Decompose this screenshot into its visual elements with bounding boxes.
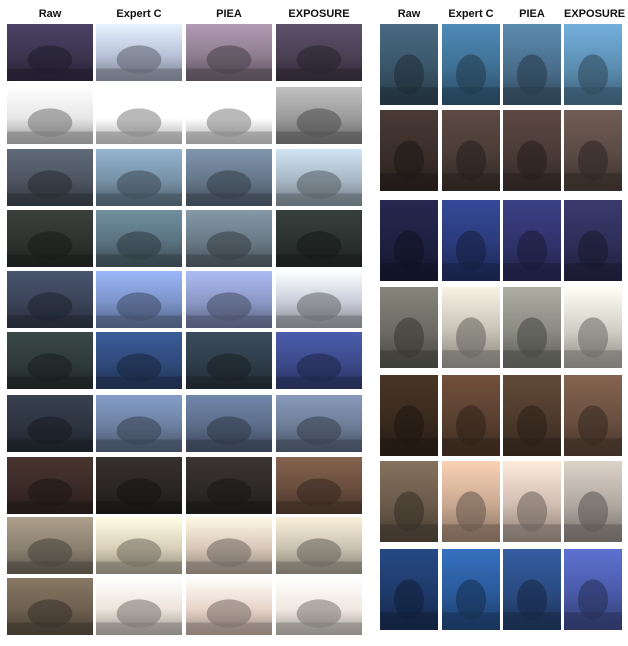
- right_panel-image-bell-niche-2: [442, 461, 500, 542]
- left_panel-image-church-2: [96, 24, 182, 81]
- left_panel-image-street-stairs-1: [7, 395, 93, 452]
- left_panel-image-red-flower-2: [96, 457, 182, 514]
- left_panel-image-park-autumn-3: [186, 517, 272, 574]
- left_panel-image-street-stairs-2: [96, 395, 182, 452]
- left_panel-image-flowers-4: [276, 87, 362, 144]
- right_panel-image-newsstand-3: [503, 110, 561, 191]
- left_panel-image-park-autumn-1: [7, 517, 93, 574]
- right_panel-image-newsstand-2: [442, 110, 500, 191]
- right_panel-image-sea-island-2: [442, 24, 500, 105]
- right_panel-image-bakery-4: [564, 375, 622, 456]
- right_panel-image-bell-niche-3: [503, 461, 561, 542]
- right_panel-image-street-night-2: [442, 200, 500, 281]
- left_panel-image-restaurant-1: [7, 578, 93, 635]
- left_panel-image-coast-dusk-3: [186, 271, 272, 328]
- left_panel-image-restaurant-4: [276, 578, 362, 635]
- right_panel-image-portrait-4: [564, 287, 622, 368]
- left_panel-image-white-lilac-3: [186, 332, 272, 389]
- left_panel-image-church-3: [186, 24, 272, 81]
- right_panel-image-sea-island-4: [564, 24, 622, 105]
- left_panel-image-city-skyline-4: [276, 149, 362, 206]
- left_panel-image-flowers-2: [96, 87, 182, 144]
- right_panel-image-birdhouse-1: [380, 549, 438, 630]
- right_panel-header-2: Expert C: [448, 8, 494, 20]
- left_panel-image-red-flower-1: [7, 457, 93, 514]
- left_panel-image-coast-dusk-4: [276, 271, 362, 328]
- left_panel-image-forest-road-3: [186, 210, 272, 267]
- left_panel-image-white-lilac-4: [276, 332, 362, 389]
- right_panel-image-portrait-3: [503, 287, 561, 368]
- right_panel-image-street-night-4: [564, 200, 622, 281]
- left_panel-image-city-skyline-1: [7, 149, 93, 206]
- left_panel-image-coast-dusk-2: [96, 271, 182, 328]
- left_panel-image-red-flower-3: [186, 457, 272, 514]
- right_panel-image-bell-niche-4: [564, 461, 622, 542]
- right_panel-image-portrait-2: [442, 287, 500, 368]
- left_panel-image-flowers-3: [186, 87, 272, 144]
- left_panel-image-white-lilac-2: [96, 332, 182, 389]
- left_panel-image-church-1: [7, 24, 93, 81]
- left_panel-image-church-4: [276, 24, 362, 81]
- right_panel-image-street-night-3: [503, 200, 561, 281]
- left_panel-image-white-lilac-1: [7, 332, 93, 389]
- left_panel-image-coast-dusk-1: [7, 271, 93, 328]
- left_panel-image-park-autumn-4: [276, 517, 362, 574]
- right_panel-image-portrait-1: [380, 287, 438, 368]
- right_panel-header-4: EXPOSURE: [564, 8, 626, 20]
- left_panel-image-street-stairs-4: [276, 395, 362, 452]
- right_panel-image-birdhouse-2: [442, 549, 500, 630]
- right_panel-header-1: Raw: [397, 8, 421, 20]
- left_panel-image-red-flower-4: [276, 457, 362, 514]
- left_panel-image-restaurant-3: [186, 578, 272, 635]
- right_panel-image-birdhouse-3: [503, 549, 561, 630]
- left_panel-header-3: PIEA: [216, 8, 242, 20]
- right_panel-image-sea-island-1: [380, 24, 438, 105]
- left_panel-image-city-skyline-3: [186, 149, 272, 206]
- left_panel-image-forest-road-4: [276, 210, 362, 267]
- right_panel-image-bakery-2: [442, 375, 500, 456]
- left_panel-image-street-stairs-3: [186, 395, 272, 452]
- left_panel-image-city-skyline-2: [96, 149, 182, 206]
- left_panel-header-2: Expert C: [116, 8, 162, 20]
- right_panel-image-birdhouse-4: [564, 549, 622, 630]
- left_panel-image-forest-road-1: [7, 210, 93, 267]
- left_panel-header-1: Raw: [38, 8, 62, 20]
- right_panel-image-sea-island-3: [503, 24, 561, 105]
- left_panel-header-4: EXPOSURE: [288, 8, 350, 20]
- left_panel-image-restaurant-2: [96, 578, 182, 635]
- right_panel-image-bakery-1: [380, 375, 438, 456]
- right_panel-header-3: PIEA: [519, 8, 545, 20]
- right_panel-image-newsstand-4: [564, 110, 622, 191]
- left_panel-image-flowers-1: [7, 87, 93, 144]
- left_panel-image-forest-road-2: [96, 210, 182, 267]
- right_panel-image-street-night-1: [380, 200, 438, 281]
- right_panel-image-newsstand-1: [380, 110, 438, 191]
- right_panel-image-bakery-3: [503, 375, 561, 456]
- left_panel-image-park-autumn-2: [96, 517, 182, 574]
- right_panel-image-bell-niche-1: [380, 461, 438, 542]
